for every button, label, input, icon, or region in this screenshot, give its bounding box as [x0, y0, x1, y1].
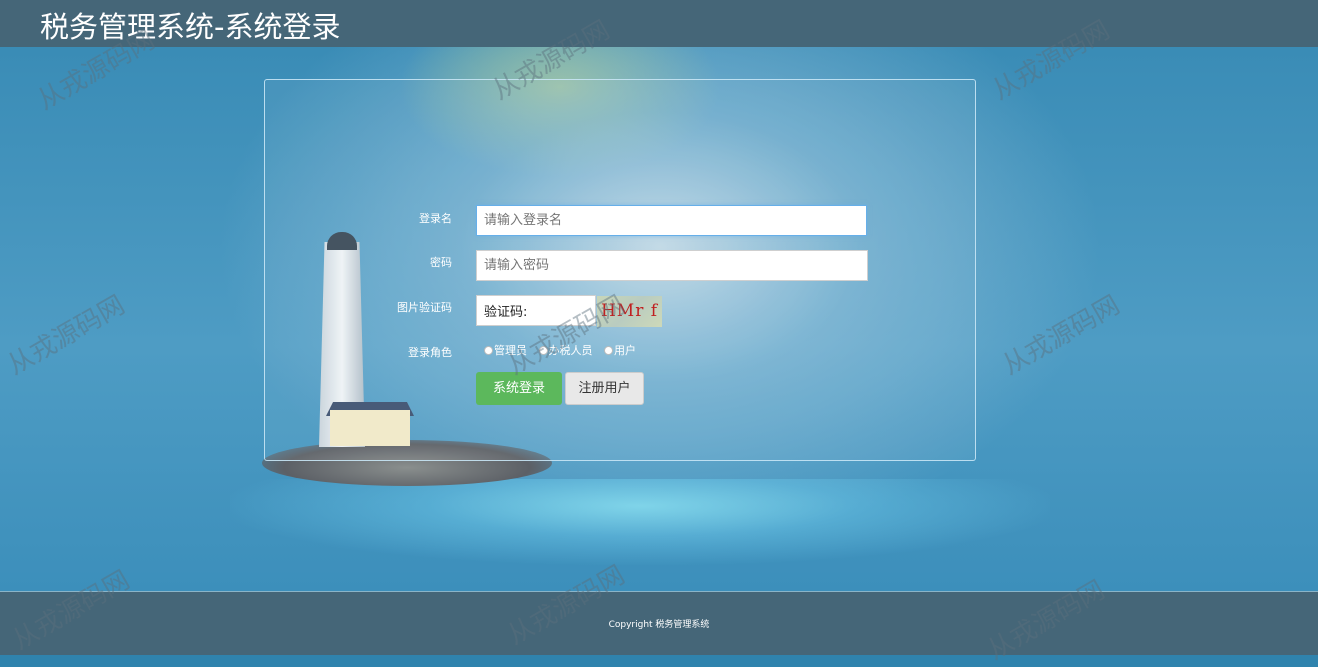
- username-label: 登录名: [419, 212, 452, 225]
- captcha-input[interactable]: [476, 295, 596, 326]
- radio-circle-icon[interactable]: [538, 345, 548, 355]
- footer-bar: Copyright 税务管理系统: [0, 591, 1318, 655]
- role-radio-group: 管理员 办税人员 用户: [484, 342, 644, 358]
- page-title: 税务管理系统-系统登录: [40, 10, 341, 44]
- sea-image: [230, 479, 1050, 569]
- copyright-text: Copyright 税务管理系统: [608, 620, 710, 630]
- role-radio-user[interactable]: 用户: [604, 342, 636, 358]
- username-input[interactable]: [476, 205, 867, 236]
- captcha-label: 图片验证码: [397, 301, 452, 314]
- login-button[interactable]: 系统登录: [476, 372, 562, 405]
- radio-circle-icon[interactable]: [604, 345, 613, 355]
- password-input[interactable]: [476, 250, 868, 281]
- radio-circle-icon[interactable]: [484, 345, 493, 355]
- role-label: 登录角色: [408, 346, 452, 359]
- radio-label: 办税人员: [548, 344, 593, 357]
- header-bar: 税务管理系统-系统登录: [0, 0, 1318, 47]
- captcha-image[interactable]: HMr f: [597, 296, 662, 327]
- role-radio-admin[interactable]: 管理员: [484, 342, 527, 358]
- role-radio-taxpayer[interactable]: 办税人员: [538, 342, 593, 358]
- password-label: 密码: [430, 256, 452, 269]
- radio-label: 用户: [614, 344, 636, 357]
- register-button[interactable]: 注册用户: [565, 372, 644, 405]
- radio-label: 管理员: [494, 344, 527, 357]
